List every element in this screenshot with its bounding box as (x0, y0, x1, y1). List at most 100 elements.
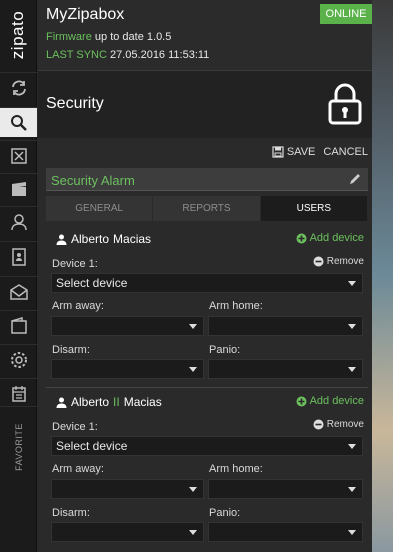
sync-button[interactable] (0, 72, 37, 102)
messages-icon (9, 283, 28, 300)
scenes-icon (11, 181, 26, 196)
devices-icon (10, 147, 27, 164)
cancel-button[interactable]: CANCEL (323, 146, 368, 158)
panic-select[interactable] (208, 522, 363, 542)
wallet-icon (10, 316, 27, 334)
save-button[interactable]: SAVE (272, 146, 316, 158)
calendar-icon (11, 385, 26, 402)
tab-general[interactable]: GENERAL (46, 196, 154, 221)
tab-reports[interactable]: REPORTS (153, 196, 261, 221)
user-last-name: Macias (113, 232, 152, 246)
logo-text: zipato (8, 10, 28, 60)
remove-button[interactable]: Remove (313, 419, 364, 430)
favorite-tab[interactable]: FAVORITE (0, 406, 37, 486)
user-first-name: Alberto (71, 232, 110, 246)
chevron-down-icon (348, 281, 356, 286)
add-device-label: Add device (309, 232, 364, 244)
alarm-name: Security Alarm (51, 173, 135, 188)
header: MyZipabox ONLINE Firmware up to date 1.0… (38, 0, 372, 70)
user-card: Alberto Macias Add device Device 1: Remo… (46, 232, 368, 382)
user-first-name: Alberto (71, 395, 110, 409)
arm-away-select[interactable] (51, 479, 204, 499)
main-content: SAVE CANCEL Security Alarm GENERAL REPOR… (38, 138, 372, 552)
lock-icon (328, 83, 362, 125)
plus-circle-icon (296, 233, 307, 243)
arm-away-select[interactable] (51, 316, 204, 336)
left-rail: zipato FAVORITE (0, 0, 37, 552)
user-middle-name: II (113, 395, 120, 409)
status-badge: ONLINE (320, 4, 372, 24)
settings-button[interactable] (0, 344, 37, 374)
alarm-title-bar: Security Alarm (46, 168, 368, 191)
chevron-down-icon (189, 487, 197, 492)
device-select-value: Select device (56, 439, 128, 453)
remove-label: Remove (326, 419, 364, 430)
device-label: Device 1: (52, 421, 98, 433)
remove-button[interactable]: Remove (313, 256, 364, 267)
device-select[interactable]: Select device (51, 436, 363, 456)
minus-circle-icon (313, 256, 324, 267)
devices-button[interactable] (0, 140, 37, 170)
chevron-down-icon (189, 367, 197, 372)
messages-button[interactable] (0, 276, 37, 306)
person-icon (56, 397, 67, 408)
sync-label: LAST SYNC (46, 49, 107, 61)
minus-circle-icon (313, 419, 324, 430)
scenes-button[interactable] (0, 173, 37, 203)
brand-logo: zipato (0, 0, 37, 70)
user-name: Alberto II Macias (56, 395, 162, 409)
arm-home-select[interactable] (208, 479, 363, 499)
user-name: Alberto Macias (56, 232, 151, 246)
divider (46, 387, 368, 388)
toolbar: SAVE CANCEL (272, 146, 368, 158)
arm-home-label: Arm home: (209, 300, 263, 312)
device-select-value: Select device (56, 276, 128, 290)
sync-icon (11, 80, 26, 95)
device-select[interactable]: Select device (51, 273, 363, 293)
tab-users[interactable]: USERS (260, 196, 368, 221)
arm-away-label: Arm away: (52, 463, 104, 475)
chevron-down-icon (189, 530, 197, 535)
firmware-label: Firmware (46, 31, 92, 43)
chevron-down-icon (348, 530, 356, 535)
pencil-icon[interactable] (348, 172, 362, 186)
tab-bar: GENERAL REPORTS USERS (46, 196, 368, 221)
add-device-label: Add device (309, 395, 364, 407)
chevron-down-icon (348, 444, 356, 449)
person-icon (56, 234, 67, 245)
search-icon (10, 114, 27, 131)
favorite-label: FAVORITE (13, 422, 24, 471)
chevron-down-icon (348, 487, 356, 492)
save-label: SAVE (286, 146, 316, 158)
settings-icon (10, 351, 27, 368)
disarm-label: Disarm: (52, 344, 90, 356)
disarm-select[interactable] (51, 359, 204, 379)
save-icon (272, 146, 284, 158)
firmware-info: Firmware up to date 1.0.5 (46, 31, 171, 43)
contacts-icon (11, 247, 26, 266)
panic-label: Panio: (209, 507, 241, 519)
panic-select[interactable] (208, 359, 363, 379)
firmware-value: up to date 1.0.5 (94, 31, 172, 43)
add-device-button[interactable]: Add device (296, 395, 364, 407)
chevron-down-icon (189, 324, 197, 329)
contacts-button[interactable] (0, 241, 37, 271)
chevron-down-icon (348, 324, 356, 329)
sync-value: 27.05.2016 11:53:11 (110, 49, 210, 61)
device-label: Device 1: (52, 258, 98, 270)
user-card: Alberto II Macias Add device Device 1: R… (46, 395, 368, 545)
search-button[interactable] (0, 107, 37, 137)
add-device-button[interactable]: Add device (296, 232, 364, 244)
wallet-button[interactable] (0, 310, 37, 340)
chevron-down-icon (348, 367, 356, 372)
background-image (372, 0, 393, 552)
section-header: Security (38, 70, 372, 138)
users-button[interactable] (0, 206, 37, 236)
calendar-button[interactable] (0, 378, 37, 408)
disarm-select[interactable] (51, 522, 204, 542)
arm-home-select[interactable] (208, 316, 363, 336)
user-last-name: Macias (123, 395, 162, 409)
arm-home-label: Arm home: (209, 463, 263, 475)
plus-circle-icon (296, 396, 307, 406)
page-title: Security (46, 95, 104, 112)
